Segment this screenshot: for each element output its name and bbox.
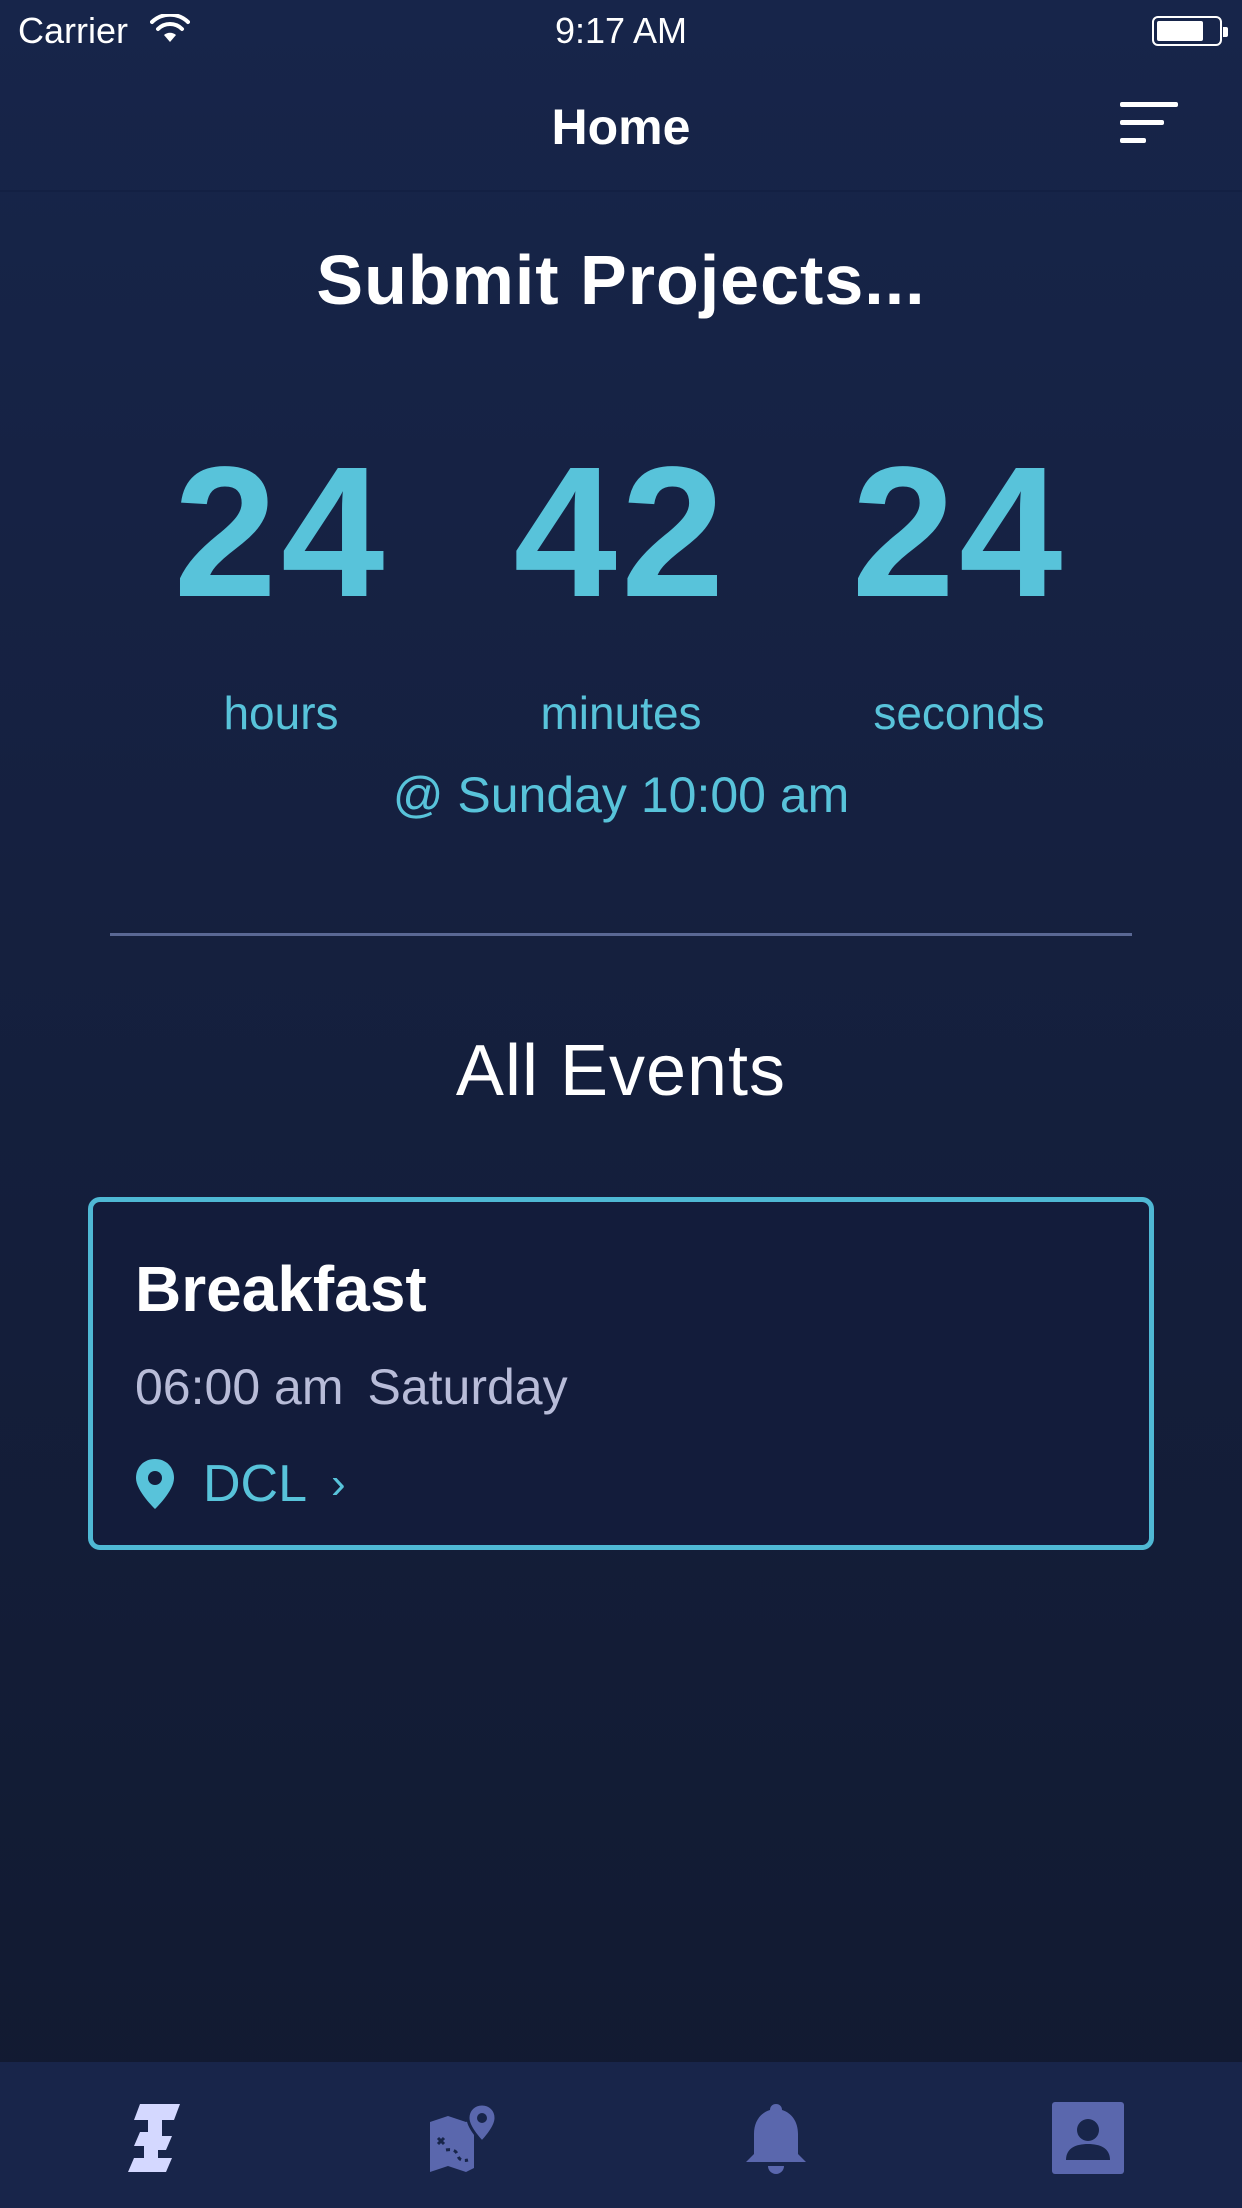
hours-label: hours [223,687,339,739]
map-tab[interactable] [424,2098,504,2178]
event-day: Saturday [367,1359,568,1415]
seconds-value: 24 [851,429,1067,636]
status-bar: Carrier 9:17 AM [0,0,1242,62]
menu-icon[interactable] [1120,102,1178,146]
notifications-tab[interactable] [736,2098,816,2178]
event-name: Breakfast [135,1253,427,1325]
event-location: DCL [203,1455,308,1513]
seconds-label: seconds [873,687,1045,739]
profile-icon [1052,2102,1124,2174]
tab-bar [0,2062,1242,2208]
nav-bar: Home [0,62,1242,192]
seconds-block: 24 seconds [809,440,1109,740]
divider [110,933,1132,936]
minutes-block: 42 minutes [471,440,771,740]
hours-value: 24 [173,429,389,636]
event-card[interactable]: Breakfast 06:00 am Saturday DCL › [88,1197,1154,1550]
event-location-link[interactable]: DCL › [133,1454,346,1514]
chevron-right-icon: › [331,1459,346,1508]
hours-block: 24 hours [131,440,431,740]
map-icon [430,2102,498,2172]
status-time: 9:17 AM [554,10,688,51]
minutes-label: minutes [540,687,702,739]
home-tab[interactable] [114,2098,194,2178]
countdown-title: Submit Projects... [316,241,926,319]
event-time: 06:00 am Saturday [135,1358,568,1416]
battery-icon [1152,16,1228,46]
minutes-value: 42 [513,429,729,636]
map-pin-icon [136,1459,174,1509]
page-title: Home [551,99,691,155]
bell-icon [746,2104,806,2174]
event-time-value: 06:00 am [135,1359,344,1415]
profile-tab[interactable] [1048,2098,1128,2178]
hackathon-logo-icon [128,2104,180,2172]
events-title: All Events [455,1031,787,1111]
deadline-text: @ Sunday 10:00 am [392,767,850,823]
